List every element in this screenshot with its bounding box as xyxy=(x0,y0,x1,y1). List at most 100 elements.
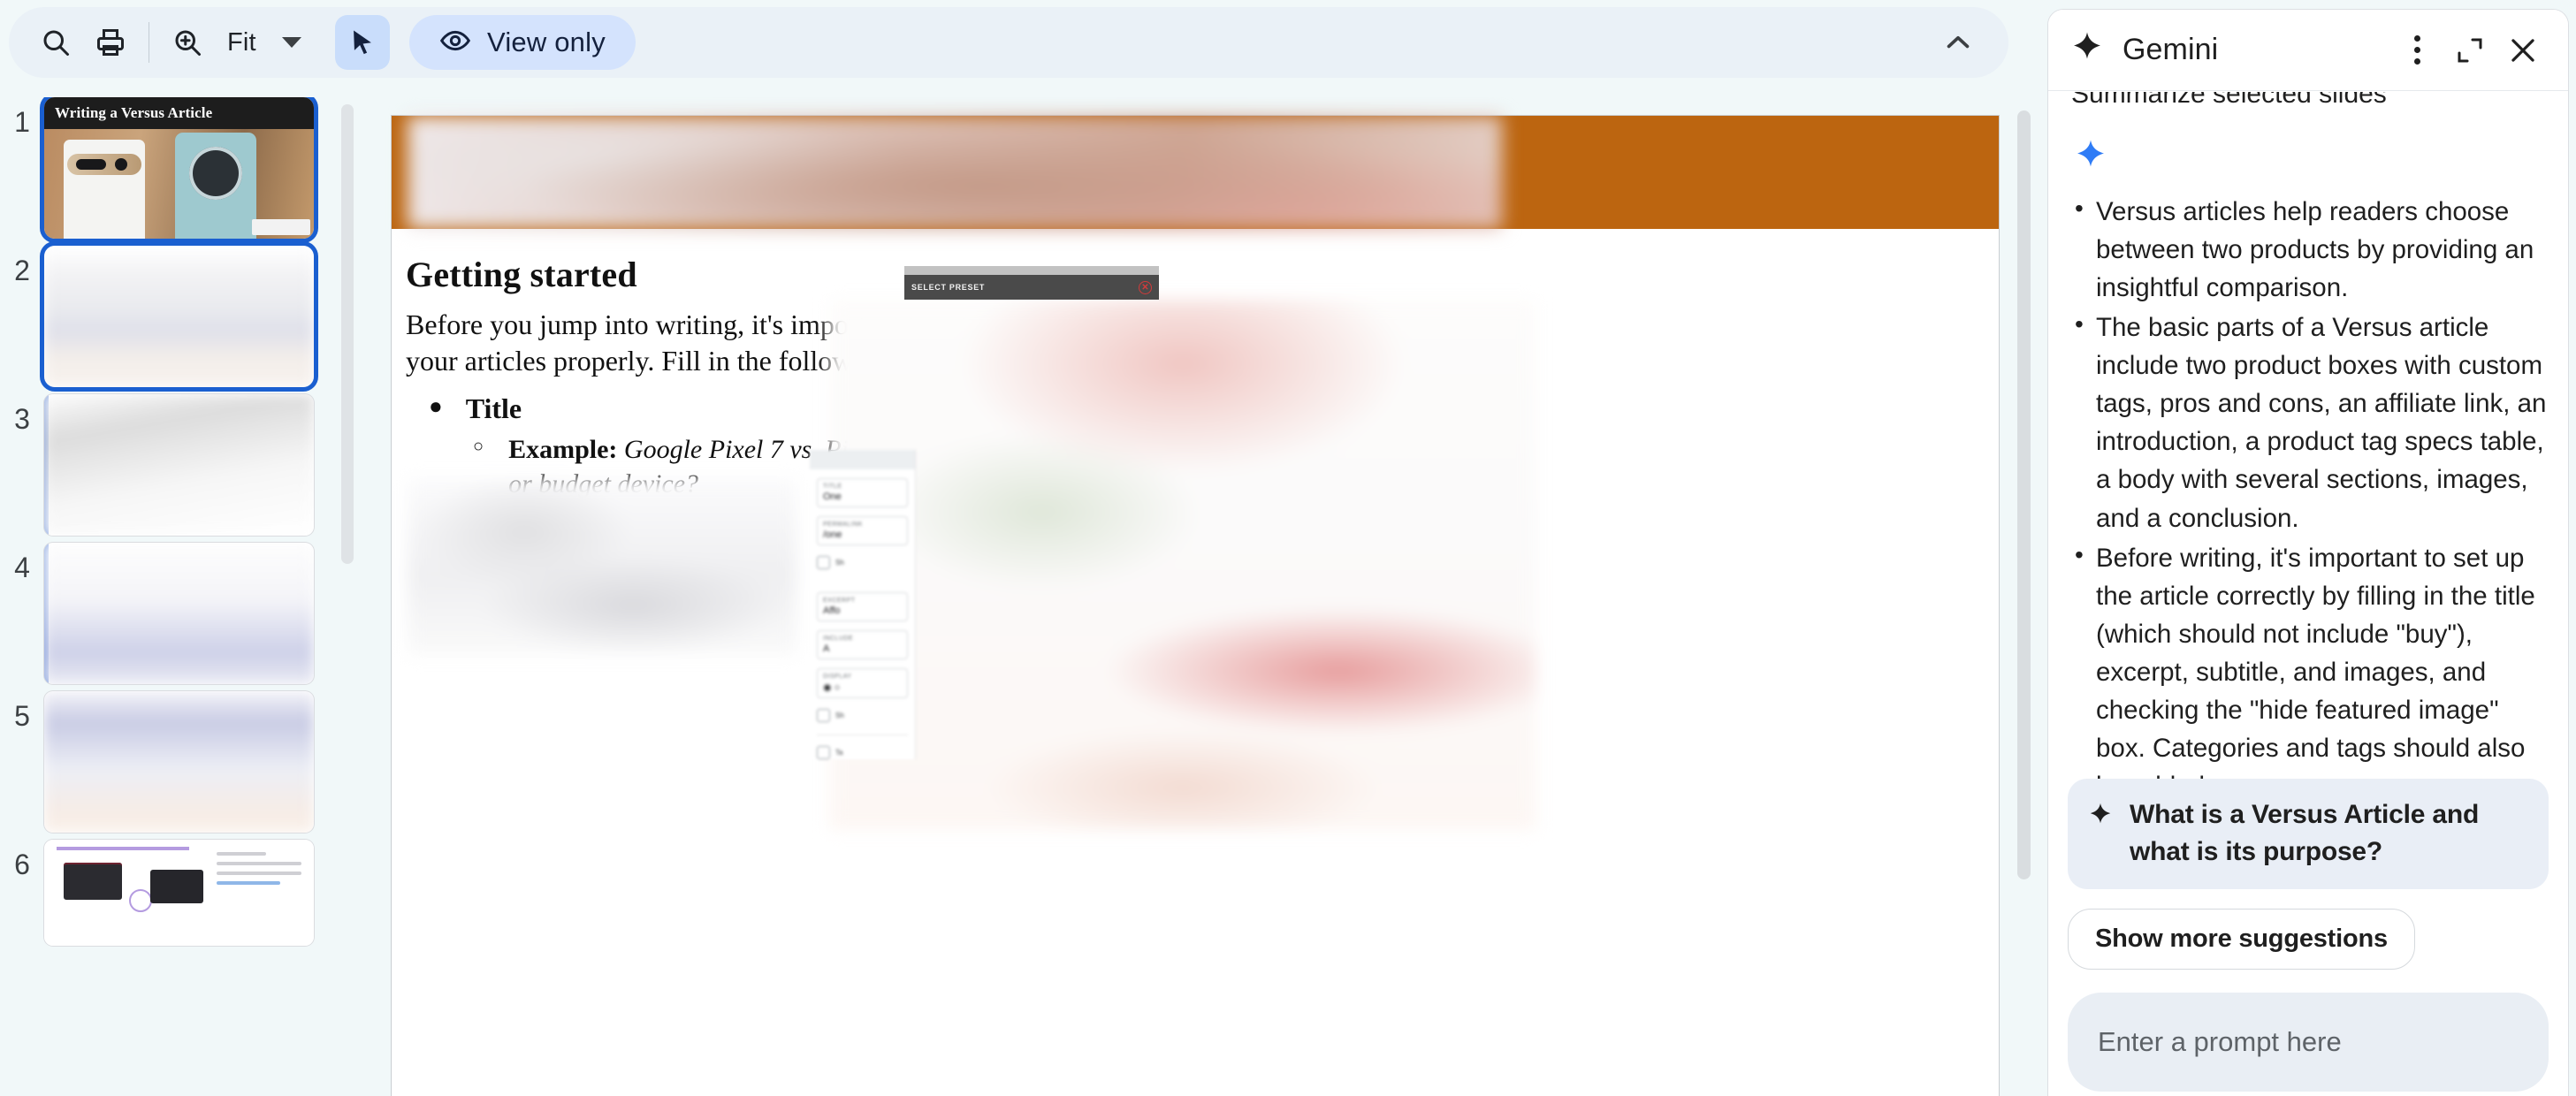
document-scrollbar[interactable] xyxy=(2017,110,2031,879)
checkbox-2-label: Sh xyxy=(835,712,844,719)
slide-image-right-blurred xyxy=(829,300,1536,830)
thumbnail-preview xyxy=(44,840,314,946)
eye-icon xyxy=(439,25,471,61)
slide-thumbnail-6[interactable] xyxy=(44,840,314,946)
list-item[interactable]: 5 xyxy=(0,691,314,833)
thumbnail-preview: Writing a Versus Article xyxy=(44,97,314,239)
chevron-up-icon[interactable] xyxy=(1927,15,1989,70)
slide-title-bar: Writing a Versus Article xyxy=(44,97,314,129)
list-item[interactable]: 1 Writing a Versus Article xyxy=(0,97,314,239)
permalink-field: PERMALINK /one xyxy=(817,516,908,545)
cursor-arrow-icon[interactable] xyxy=(335,15,390,70)
thumbnail-number: 6 xyxy=(14,849,30,880)
slide-thumbnail-4[interactable] xyxy=(44,543,314,684)
include-field-label: INCLUDE xyxy=(823,636,854,642)
zoom-in-icon[interactable] xyxy=(160,15,215,70)
select-preset-bar: SELECT PRESET ✕ xyxy=(904,275,1159,300)
preset-bar-top-strip xyxy=(904,266,1159,275)
watermark xyxy=(252,219,310,235)
thumbnail-preview xyxy=(44,246,314,387)
gemini-title: Gemini xyxy=(2123,33,2219,66)
phone-white-image xyxy=(64,140,145,239)
checkbox-3-label: Ta xyxy=(835,749,843,757)
list-item[interactable]: 3 xyxy=(0,394,314,536)
gemini-header: Gemini xyxy=(2048,10,2568,91)
form-divider xyxy=(817,734,908,735)
thumbnail-number: 5 xyxy=(14,700,30,732)
gemini-conversation[interactable]: Summarize selected slides Versus article… xyxy=(2048,92,2568,1096)
list-item[interactable]: 6 xyxy=(0,840,314,946)
view-only-button[interactable]: View only xyxy=(409,15,636,70)
form-checkbox-2: Sh xyxy=(817,709,908,722)
document-viewer: Fit View only 1 Writing a Versus Article… xyxy=(0,0,2035,1096)
slide-title-text: Writing a Versus Article xyxy=(55,104,213,121)
gemini-footer: What is a Versus Article and what is its… xyxy=(2048,778,2568,1096)
gemini-response: Versus articles help readers choose betw… xyxy=(2069,191,2547,807)
suggestion-chip-label: What is a Versus Article and what is its… xyxy=(2130,799,2480,867)
response-bullet: The basic parts of a Versus article incl… xyxy=(2069,307,2547,537)
previous-prompt-text: Summarize selected slides xyxy=(2071,92,2387,109)
sub-bullet-marker: ○ xyxy=(473,437,484,456)
list-item[interactable]: 2 xyxy=(0,246,314,387)
permalink-field-label: PERMALINK xyxy=(823,521,863,528)
thumbnail-number: 4 xyxy=(14,552,30,583)
thumbnail-preview xyxy=(44,691,314,833)
slide-page: Getting started Before you jump into wri… xyxy=(391,115,2000,1096)
sub-bullet-label: Example: xyxy=(508,435,618,464)
expand-icon[interactable] xyxy=(2446,27,2494,74)
page-title: Getting started xyxy=(406,255,637,294)
display-field: DISPLAY ◉ ○ xyxy=(817,668,908,698)
thumbnail-number: 1 xyxy=(14,106,30,138)
sparkle-icon xyxy=(2087,796,2114,833)
prompt-input[interactable]: Enter a prompt here xyxy=(2068,993,2549,1092)
app-root: Fit View only 1 Writing a Versus Article… xyxy=(0,0,2576,1096)
banner-image-blurred xyxy=(408,116,1502,229)
thumbnail-preview xyxy=(44,394,314,536)
slide-thumbnail-rail[interactable]: 1 Writing a Versus Article 2 3 4 5 6 xyxy=(0,97,354,1096)
document-scroll-area[interactable]: Getting started Before you jump into wri… xyxy=(359,97,2035,1096)
chevron-down-icon[interactable] xyxy=(268,19,316,66)
more-vert-icon[interactable] xyxy=(2393,27,2441,74)
title-field-label: TITLE xyxy=(823,483,842,490)
close-icon[interactable] xyxy=(2499,27,2547,74)
select-preset-label: SELECT PRESET xyxy=(911,283,986,292)
include-field-value: A xyxy=(823,643,830,654)
slide-thumbnail-1[interactable]: Writing a Versus Article xyxy=(44,97,314,239)
list-item[interactable]: 4 xyxy=(0,543,314,684)
slide-thumbnail-2[interactable] xyxy=(44,246,314,387)
zoom-control[interactable]: Fit xyxy=(160,15,316,70)
slide-banner xyxy=(392,116,1999,229)
prompt-placeholder: Enter a prompt here xyxy=(2098,1026,2342,1057)
suggestion-chip[interactable]: What is a Versus Article and what is its… xyxy=(2068,778,2549,889)
checkbox-icon xyxy=(817,556,830,569)
display-field-value: ◉ ○ xyxy=(823,682,841,693)
show-more-suggestions-button[interactable]: Show more suggestions xyxy=(2068,909,2415,970)
thumbnail-number: 3 xyxy=(14,403,30,435)
thumbnail-scrollbar[interactable] xyxy=(341,104,354,564)
view-only-label: View only xyxy=(487,27,606,57)
bullet-marker: ● xyxy=(429,393,443,419)
form-header xyxy=(810,450,915,469)
gemini-panel: Gemini Summarize selected slides • Versu… xyxy=(2047,9,2569,1096)
slide-content: Getting started Before you jump into wri… xyxy=(392,229,1999,1096)
title-field-value: One xyxy=(823,491,842,502)
title-field: TITLE One xyxy=(817,478,908,507)
checkbox-1-label: Sh xyxy=(835,559,844,567)
slide-thumbnail-3[interactable] xyxy=(44,394,314,536)
sparkle-icon xyxy=(2069,30,2105,70)
zoom-level-label: Fit xyxy=(227,27,256,57)
checkbox-icon xyxy=(817,709,830,722)
display-field-label: DISPLAY xyxy=(823,674,852,680)
form-checkbox-3: Ta xyxy=(817,746,908,759)
print-icon[interactable] xyxy=(83,15,138,70)
excerpt-field: EXCERPT Affo xyxy=(817,592,908,621)
search-icon[interactable] xyxy=(28,15,83,70)
include-field: INCLUDE A xyxy=(817,630,908,659)
sparkle-icon xyxy=(2073,138,2108,178)
phone-teal-image xyxy=(175,133,256,239)
embedded-cms-form: TITLE One PERMALINK /one Sh EXCERPT Affo… xyxy=(810,450,916,759)
permalink-field-value: /one xyxy=(823,529,842,540)
checkbox-icon xyxy=(817,746,830,759)
bullet-label: Title xyxy=(465,392,522,424)
slide-thumbnail-5[interactable] xyxy=(44,691,314,833)
